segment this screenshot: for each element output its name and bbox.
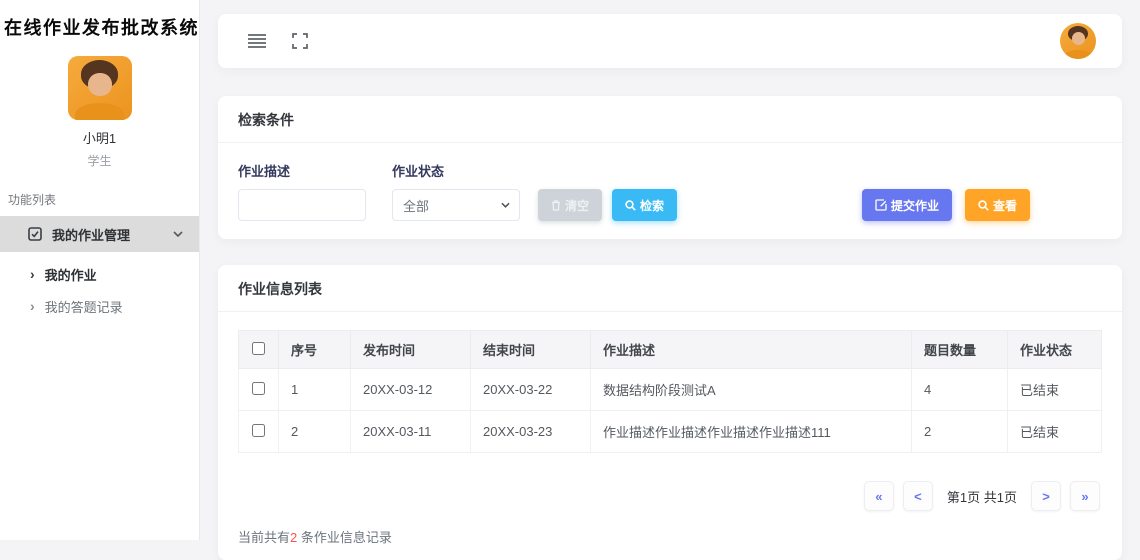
table-cell: 20XX-03-11 — [350, 410, 471, 453]
pagination-last-button[interactable]: » — [1070, 481, 1100, 511]
sidebar-item-my-homework[interactable]: › 我的作业 — [0, 258, 199, 290]
table-cell: 20XX-03-23 — [470, 410, 591, 453]
sidebar-item-homework-management[interactable]: 我的作业管理 — [0, 216, 199, 252]
table-cell: 20XX-03-12 — [350, 368, 471, 411]
topbar — [218, 14, 1122, 68]
select-caret-icon — [501, 202, 510, 208]
column-header: 结束时间 — [470, 330, 591, 369]
trash-icon — [551, 199, 561, 211]
homework-status-select[interactable]: 全部 — [392, 189, 520, 221]
checkbox-menu-icon — [28, 227, 42, 241]
homework-description-input[interactable] — [238, 189, 366, 221]
table-cell: 作业描述作业描述作业描述作业描述111 — [590, 410, 912, 453]
pagination-prev-button[interactable]: < — [902, 481, 933, 511]
fullscreen-icon — [292, 33, 308, 49]
record-count-summary: 当前共有2 条作业信息记录 — [238, 530, 392, 545]
chevron-down-icon — [173, 231, 183, 237]
homework-status-field: 作业状态 全部 — [392, 161, 520, 221]
search-panel-header: 检索条件 — [218, 96, 1122, 143]
app-title: 在线作业发布批改系统 — [4, 18, 199, 38]
homework-description-label: 作业描述 — [238, 164, 291, 179]
submit-homework-button[interactable]: 提交作业 — [861, 189, 952, 221]
homework-table: 序号 发布时间 结束时间 作业描述 题目数量 作业状态 1 20XX-03-12 20XX-0… — [238, 330, 1102, 453]
main-content: 检索条件 作业描述 作业状态 全部 清空 检索 提交作业 查看 作业信息列表 序… — [200, 0, 1140, 560]
homework-status-selected-value: 全部 — [403, 198, 430, 214]
chevron-right-icon: › — [30, 266, 35, 282]
homework-list-header: 作业信息列表 — [218, 265, 1122, 312]
table-cell: 已结束 — [1007, 368, 1102, 411]
fullscreen-button[interactable] — [288, 29, 312, 53]
topbar-user-avatar[interactable] — [1060, 23, 1096, 59]
table-cell: 20XX-03-22 — [470, 368, 591, 411]
select-all-checkbox[interactable] — [252, 341, 265, 355]
homework-list-panel: 作业信息列表 序号 发布时间 结束时间 作业描述 题目数量 作业状态 1 20XX-03-1… — [218, 265, 1122, 560]
sidebar-section-label: 功能列表 — [8, 193, 57, 207]
edit-icon — [875, 199, 887, 211]
table-cell: 已结束 — [1007, 410, 1102, 453]
homework-status-label: 作业状态 — [392, 164, 445, 179]
table-body: 1 20XX-03-12 20XX-03-22 数据结构阶段测试A 4 已结束 2 20XX-… — [238, 368, 1102, 453]
search-button[interactable]: 检索 — [612, 189, 678, 221]
sidebar: 在线作业发布批改系统 小明1 学生 功能列表 我的作业管理 › 我的作业 › 我… — [0, 0, 200, 540]
search-icon — [625, 199, 636, 211]
table-cell: 2 — [911, 410, 1008, 453]
hamburger-menu-icon — [248, 34, 266, 48]
column-header: 题目数量 — [911, 330, 1008, 369]
sidebar-submenu: › 我的作业 › 我的答题记录 — [0, 258, 199, 322]
column-header: 作业状态 — [1007, 330, 1102, 369]
table-row: 1 20XX-03-12 20XX-03-22 数据结构阶段测试A 4 已结束 — [238, 368, 1102, 411]
column-header: 作业描述 — [590, 330, 912, 369]
clear-button[interactable]: 清空 — [538, 189, 603, 221]
user-profile: 小明1 学生 — [0, 56, 199, 169]
row-checkbox[interactable] — [252, 381, 265, 395]
select-all-header-cell — [238, 330, 279, 369]
sidebar-item-my-answer-records[interactable]: › 我的答题记录 — [0, 290, 199, 322]
table-cell: 数据结构阶段测试A — [590, 368, 912, 411]
search-icon — [978, 199, 989, 211]
column-header: 序号 — [278, 330, 351, 369]
pagination-info: 第1页 共1页 — [946, 489, 1017, 505]
row-checkbox[interactable] — [252, 423, 265, 437]
user-role: 学生 — [87, 154, 112, 168]
pagination: « < 第1页 共1页 > » — [240, 481, 1100, 511]
table-row: 2 20XX-03-11 20XX-03-23 作业描述作业描述作业描述作业描述111… — [238, 410, 1102, 453]
sidebar-toggle-button[interactable] — [244, 30, 270, 52]
pagination-next-button[interactable]: > — [1031, 481, 1061, 511]
table-cell: 4 — [911, 368, 1008, 411]
user-avatar — [67, 56, 132, 120]
table-cell: 2 — [278, 410, 351, 453]
sidebar-item-label: 我的作业管理 — [52, 227, 131, 243]
column-header: 发布时间 — [350, 330, 471, 369]
table-cell: 1 — [278, 368, 351, 411]
pagination-first-button[interactable]: « — [863, 481, 894, 511]
homework-list-title: 作业信息列表 — [238, 281, 322, 297]
search-panel: 检索条件 作业描述 作业状态 全部 清空 检索 提交作业 查看 — [218, 96, 1122, 239]
search-panel-title: 检索条件 — [238, 112, 294, 128]
submenu-item-label: 我的答题记录 — [44, 299, 123, 315]
chevron-right-icon: › — [30, 298, 35, 314]
view-button[interactable]: 查看 — [964, 189, 1030, 221]
homework-description-field: 作业描述 — [238, 161, 366, 221]
table-header-row: 序号 发布时间 结束时间 作业描述 题目数量 作业状态 — [238, 330, 1102, 369]
user-name: 小明1 — [82, 131, 117, 146]
submenu-item-label: 我的作业 — [44, 267, 97, 283]
